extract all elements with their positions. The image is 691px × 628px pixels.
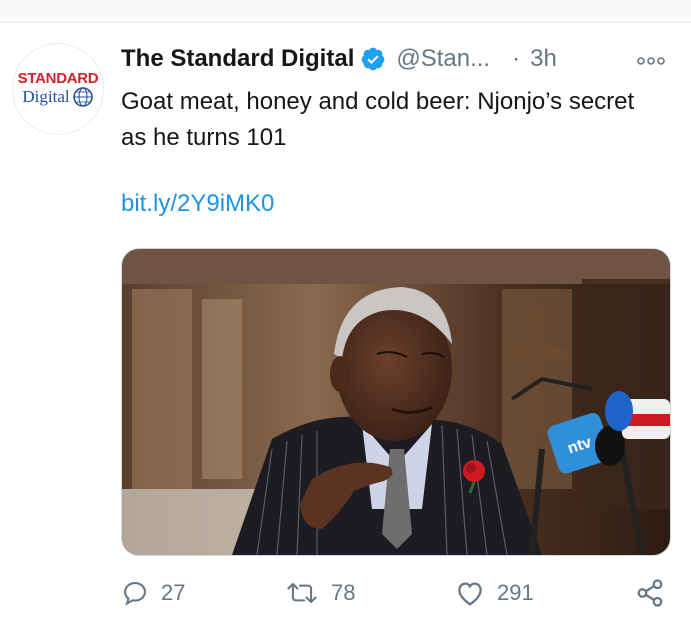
- like-button[interactable]: 291: [455, 575, 534, 611]
- reply-icon: [124, 582, 146, 606]
- retweet-count: 78: [331, 580, 356, 605]
- author-name[interactable]: The Standard Digital: [121, 45, 354, 73]
- top-bar: [0, 0, 691, 23]
- verified-badge-icon: [361, 47, 385, 71]
- retweet-button[interactable]: 78: [285, 575, 355, 611]
- tweet-photo[interactable]: ntv: [121, 248, 671, 556]
- globe-icon: [72, 86, 93, 107]
- avatar-logo-bottom-row: Digital: [22, 86, 93, 108]
- author-handle[interactable]: @Stan...: [396, 45, 490, 73]
- tweet-header: The Standard Digital @Stan... · 3h: [121, 44, 557, 74]
- avatar-logo-bottom: Digital: [22, 86, 70, 106]
- avatar-logo-top: STANDARD: [17, 69, 99, 87]
- retweet-icon: [287, 582, 317, 604]
- like-count: 291: [497, 580, 534, 605]
- tweet-text: Goat meat, honey and cold beer: Njonjo’s…: [121, 88, 635, 151]
- more-options-icon[interactable]: [637, 56, 665, 66]
- reply-count: 27: [161, 580, 186, 605]
- action-bar: 27 78 291: [121, 575, 669, 611]
- avatar[interactable]: STANDARD Digital: [12, 43, 104, 135]
- tweet-link[interactable]: bit.ly/2Y9iMK0: [121, 190, 274, 218]
- photo-illustration: ntv: [122, 249, 670, 555]
- separator-dot: ·: [512, 45, 521, 72]
- share-icon: [637, 579, 663, 607]
- reply-button[interactable]: 27: [121, 575, 185, 611]
- like-icon: [458, 582, 482, 606]
- tweet-time[interactable]: 3h: [530, 45, 557, 73]
- share-button[interactable]: [635, 575, 677, 611]
